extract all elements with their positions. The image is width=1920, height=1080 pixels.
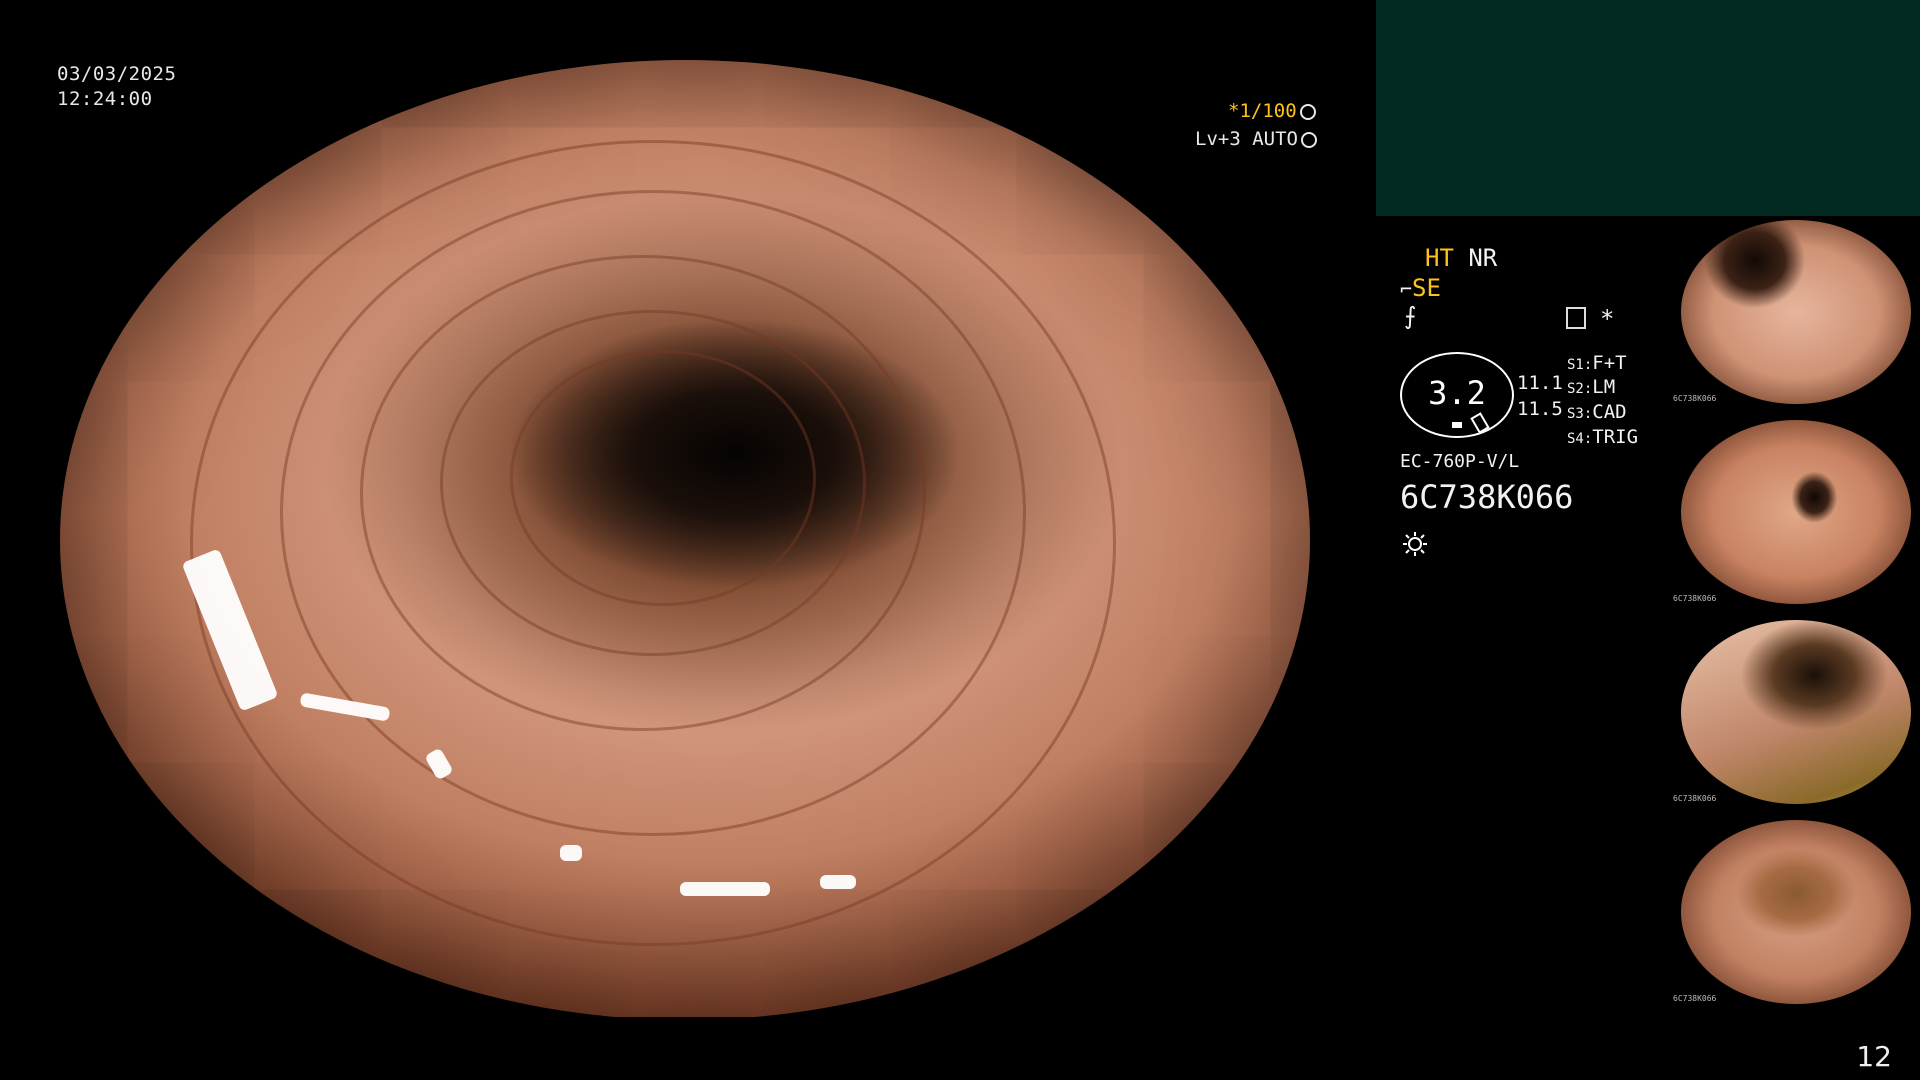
date-label: 03/03/2025 bbox=[57, 63, 177, 85]
light-icon bbox=[1402, 531, 1428, 557]
thumbnail-label: 6C738K066 bbox=[1673, 994, 1717, 1003]
se-label: SE bbox=[1412, 274, 1441, 302]
auto-iris-icon bbox=[1300, 132, 1317, 148]
se-row: ⌐SE bbox=[1400, 274, 1441, 302]
s3-row: S3:CAD bbox=[1567, 401, 1627, 423]
s2-key: S2: bbox=[1567, 381, 1593, 397]
shutter-indicator: *1/100 bbox=[1228, 100, 1316, 122]
s1-value: F+T bbox=[1592, 352, 1627, 374]
menu-icon bbox=[1566, 307, 1586, 329]
light-reflection bbox=[680, 882, 770, 896]
frame-mask-top bbox=[0, 0, 1380, 60]
aperture-icon bbox=[1299, 104, 1316, 120]
magnification-gauge: 3.2 bbox=[1400, 352, 1514, 438]
s4-value: TRIG bbox=[1592, 426, 1639, 448]
frame-mask-bottom bbox=[0, 1017, 1380, 1080]
ht-label: HT bbox=[1425, 244, 1454, 272]
s4-row: S4:TRIG bbox=[1567, 426, 1638, 448]
value-b: 11.5 bbox=[1517, 398, 1563, 420]
thumbnail-label: 6C738K066 bbox=[1673, 394, 1717, 403]
mucosal-fold bbox=[510, 350, 816, 606]
level-indicator: Lv+3 AUTO bbox=[1195, 128, 1317, 150]
s1-row: S1:F+T bbox=[1567, 352, 1627, 374]
s4-key: S4: bbox=[1567, 431, 1593, 447]
thumbnail-1[interactable]: 6C738K066 bbox=[1673, 216, 1919, 408]
s2-value: LM bbox=[1592, 376, 1616, 398]
scope-serial: 6C738K066 bbox=[1400, 478, 1574, 516]
thumbnail-image bbox=[1681, 620, 1911, 804]
thumbnail-2[interactable]: 6C738K066 bbox=[1673, 416, 1919, 608]
thumbnail-4[interactable]: 6C738K066 bbox=[1673, 816, 1919, 1008]
thumbnail-image bbox=[1681, 820, 1911, 1004]
thumbnail-3[interactable]: 6C738K066 bbox=[1673, 616, 1919, 808]
gauge-value: 3.2 bbox=[1428, 374, 1486, 412]
thumbnail-image bbox=[1681, 420, 1911, 604]
s3-key: S3: bbox=[1567, 406, 1593, 422]
thumbnail-label: 6C738K066 bbox=[1673, 794, 1717, 803]
light-reflection bbox=[820, 875, 856, 889]
preview-panel bbox=[1376, 0, 1920, 216]
thumbnail-image bbox=[1681, 220, 1911, 404]
gauge-pointer-icon bbox=[1470, 412, 1490, 434]
s3-value: CAD bbox=[1592, 401, 1627, 423]
edge-icon: ⨍ bbox=[1404, 302, 1417, 330]
gauge-marker bbox=[1452, 422, 1462, 428]
s2-row: S2:LM bbox=[1567, 376, 1615, 398]
structure-enhance-icon: ⌐ bbox=[1400, 277, 1413, 301]
light-reflection bbox=[560, 845, 582, 861]
nr-label: NR bbox=[1468, 244, 1498, 272]
thumbnail-label: 6C738K066 bbox=[1673, 594, 1717, 603]
asterisk-mark: * bbox=[1600, 305, 1615, 333]
value-a: 11.1 bbox=[1517, 372, 1563, 394]
page-number: 12 bbox=[1856, 1040, 1892, 1073]
scope-model: EC-760P-V/L bbox=[1400, 451, 1520, 472]
time-label: 12:24:00 bbox=[57, 88, 153, 110]
mode-row: HT NR bbox=[1425, 244, 1497, 272]
shutter-label: *1/100 bbox=[1228, 100, 1297, 122]
level-label: Lv+3 AUTO bbox=[1195, 128, 1298, 150]
endoscope-view bbox=[60, 60, 1310, 1020]
s1-key: S1: bbox=[1567, 357, 1593, 373]
